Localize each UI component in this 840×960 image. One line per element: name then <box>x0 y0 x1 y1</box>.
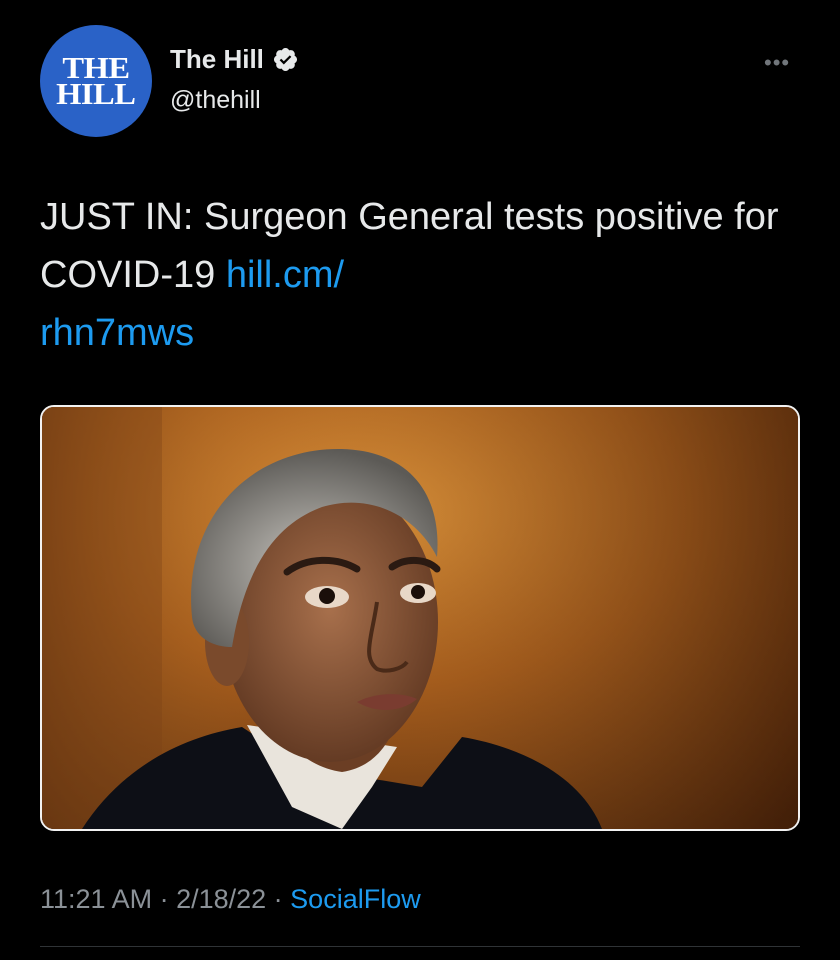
handle[interactable]: @thehill <box>170 86 261 115</box>
name-row: The Hill <box>170 44 299 75</box>
tweet-body: JUST IN: Surgeon General tests positive … <box>40 196 779 296</box>
avatar[interactable]: THE HILL <box>40 25 152 137</box>
tweet-text: JUST IN: Surgeon General tests positive … <box>40 188 780 362</box>
tweet-source-link[interactable]: SocialFlow <box>290 884 421 914</box>
tweet-meta: 11:21 AM · 2/18/22 · SocialFlow <box>40 884 421 915</box>
meta-separator: · <box>266 884 291 914</box>
tweet-date[interactable]: 2/18/22 <box>176 884 266 914</box>
more-options-icon[interactable]: ••• <box>764 50 790 76</box>
divider <box>40 946 800 947</box>
portrait-photo <box>42 407 798 829</box>
tweet-time[interactable]: 11:21 AM <box>40 884 152 914</box>
meta-separator: · <box>152 884 177 914</box>
verified-badge-icon <box>273 47 297 72</box>
tweet-photo[interactable] <box>40 405 800 831</box>
avatar-line2: HILL <box>56 76 136 111</box>
display-name[interactable]: The Hill <box>170 44 264 75</box>
